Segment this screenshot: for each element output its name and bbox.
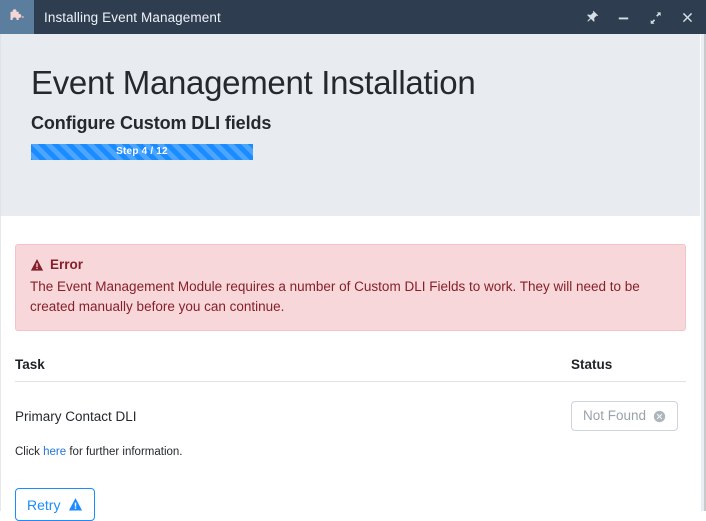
table-row: Primary Contact DLI Not Found [15, 382, 686, 436]
task-name: Primary Contact DLI [15, 408, 137, 424]
retry-label: Retry [27, 496, 61, 513]
note-prefix: Click [15, 446, 44, 459]
here-link[interactable]: here [43, 446, 66, 458]
column-header-status: Status [571, 357, 613, 373]
close-icon[interactable] [678, 8, 696, 26]
page-title: Event Management Installation [31, 64, 476, 101]
retry-button[interactable]: Retry [15, 488, 96, 521]
status-label: Not Found [583, 408, 647, 424]
footer-actions: Retry [15, 488, 686, 521]
page-header: Event Management Installation Configure … [0, 34, 700, 216]
further-information-note: Click here for further information. [15, 446, 686, 458]
progress-bar-fill: Step 4 / 12 [31, 143, 253, 160]
task-table: Task Status Primary Contact DLI Not Foun… [15, 357, 686, 436]
error-alert: Error The Event Management Module requir… [15, 244, 686, 332]
alert-message: The Event Management Module requires a n… [30, 279, 640, 314]
window-controls [582, 0, 706, 34]
vertical-scrollbar[interactable] [700, 34, 706, 511]
table-header-row: Task Status [15, 357, 686, 383]
page-subtitle: Configure Custom DLI fields [31, 112, 272, 133]
pin-icon[interactable] [582, 8, 600, 26]
installer-window: Installing Event Management Event Manage… [0, 0, 706, 521]
install-progress-bar: Step 4 / 12 [31, 143, 253, 160]
title-bar: Installing Event Management [0, 0, 706, 34]
warning-triangle-icon [68, 497, 83, 512]
column-header-task: Task [15, 357, 45, 373]
status-badge-not-found[interactable]: Not Found [571, 401, 679, 431]
warning-triangle-icon [30, 258, 44, 272]
alert-title-row: Error [30, 257, 671, 272]
alert-title-text: Error [50, 257, 84, 272]
task-status-cell: Not Found [571, 401, 686, 431]
circle-x-icon [653, 410, 666, 423]
puzzle-piece-icon [0, 0, 34, 34]
maximize-icon[interactable] [646, 8, 664, 26]
minimize-icon[interactable] [614, 8, 632, 26]
page-content: Error The Event Management Module requir… [0, 216, 700, 521]
window-title: Installing Event Management [44, 9, 221, 25]
note-suffix: for further information. [66, 446, 183, 459]
